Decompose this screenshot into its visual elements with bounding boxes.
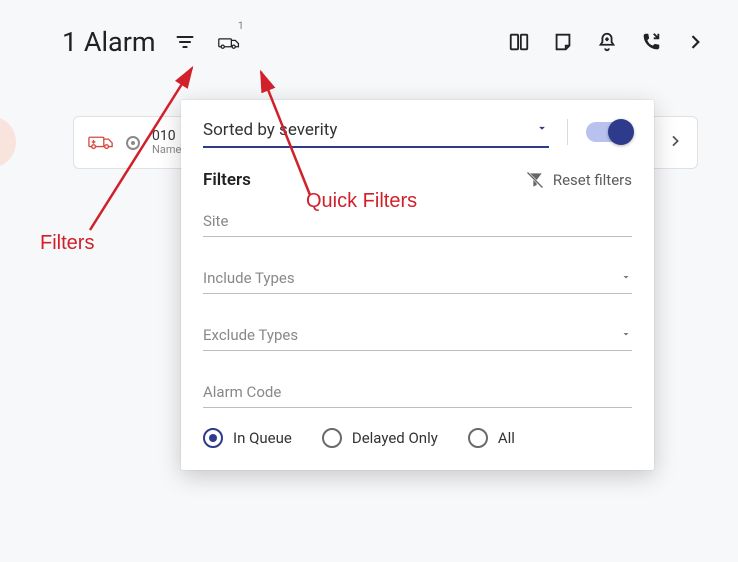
- radio-all[interactable]: All: [468, 428, 515, 448]
- vertical-divider: [567, 119, 568, 145]
- include-types-field[interactable]: Include Types: [203, 269, 632, 294]
- reset-filters-button[interactable]: Reset filters: [525, 170, 632, 190]
- exclude-types-label: Exclude Types: [203, 326, 632, 351]
- radio-circle-icon: [468, 428, 488, 448]
- top-bar: 1 Alarm 1: [0, 0, 738, 76]
- radio-circle-icon: [322, 428, 342, 448]
- radio-in-queue[interactable]: In Queue: [203, 428, 292, 448]
- quick-filter-badge: 1: [238, 21, 244, 32]
- radio-all-label: All: [498, 429, 515, 447]
- page-title: 1 Alarm: [62, 26, 156, 58]
- annotation-filters-label: Filters: [40, 232, 94, 255]
- note-icon[interactable]: [548, 27, 578, 57]
- site-field[interactable]: Site: [203, 212, 632, 237]
- exclude-types-field[interactable]: Exclude Types: [203, 326, 632, 351]
- filters-title: Filters: [203, 170, 251, 190]
- site-label: Site: [203, 212, 632, 237]
- filters-header: Filters Reset filters: [203, 170, 632, 190]
- site-label-text: Site: [203, 212, 228, 230]
- ambulance-icon: [88, 132, 114, 154]
- radio-in-queue-label: In Queue: [233, 429, 292, 447]
- include-types-label: Include Types: [203, 269, 632, 294]
- columns-icon[interactable]: [504, 27, 534, 57]
- sort-select[interactable]: Sorted by severity: [203, 116, 549, 148]
- radio-circle-icon: [203, 428, 223, 448]
- radio-delayed-label: Delayed Only: [352, 429, 438, 447]
- alarm-code-field[interactable]: Alarm Code: [203, 383, 632, 408]
- sort-select-label: Sorted by severity: [203, 120, 337, 140]
- caret-down-icon: [620, 269, 632, 287]
- chevron-right-icon[interactable]: [680, 27, 710, 57]
- reset-filters-label: Reset filters: [553, 171, 632, 189]
- exclude-types-label-text: Exclude Types: [203, 326, 298, 344]
- alarm-code-label-text: Alarm Code: [203, 383, 281, 401]
- add-alert-icon[interactable]: [592, 27, 622, 57]
- filter-off-icon: [525, 170, 545, 190]
- decorative-blob: [0, 116, 16, 168]
- quick-filter-icon[interactable]: 1: [214, 27, 244, 57]
- alarm-code-label: Alarm Code: [203, 383, 632, 408]
- chevron-right-icon[interactable]: [667, 133, 683, 153]
- radio-delayed-only[interactable]: Delayed Only: [322, 428, 438, 448]
- caret-down-icon: [620, 326, 632, 344]
- caret-down-icon: [535, 120, 549, 140]
- filter-panel: Sorted by severity Filters Reset filters…: [181, 100, 654, 470]
- incoming-call-icon[interactable]: [636, 27, 666, 57]
- filter-toggle[interactable]: [586, 122, 632, 142]
- queue-radio-group: In Queue Delayed Only All: [203, 428, 632, 448]
- filter-icon[interactable]: [170, 27, 200, 57]
- include-types-label-text: Include Types: [203, 269, 295, 287]
- sort-row: Sorted by severity: [203, 116, 632, 148]
- row-radio[interactable]: [126, 136, 140, 150]
